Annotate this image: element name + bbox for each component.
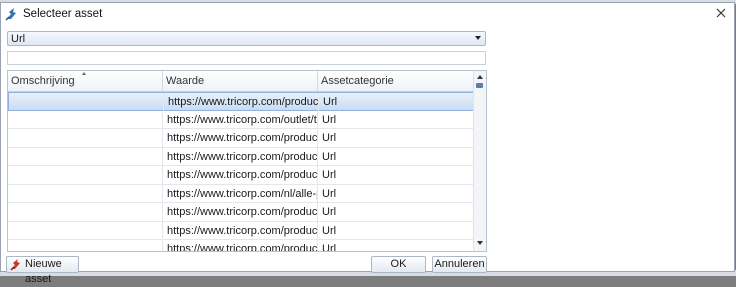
cell-value: https://www.tricorp.com/product/swea	[163, 129, 318, 147]
column-header-assetcategorie[interactable]: Assetcategorie	[318, 71, 475, 91]
search-input[interactable]	[7, 51, 486, 65]
ok-button[interactable]: OK	[371, 256, 426, 273]
scroll-thumb[interactable]	[476, 83, 483, 88]
cell-description	[8, 147, 163, 166]
table-row[interactable]: https://www.tricorp.com/nl/alle-produ Ur…	[8, 184, 475, 203]
cell-category: Url	[322, 206, 337, 218]
cell-category: Url	[322, 150, 337, 163]
table-row[interactable]: https://www.tricorp.com/product/polo Url	[8, 92, 475, 111]
cell-value: https://www.tricorp.com/product/polo	[163, 203, 318, 221]
sort-indicator-icon	[82, 72, 86, 75]
cancel-label: Annuleren	[434, 258, 485, 270]
scroll-up-icon[interactable]	[477, 75, 483, 79]
grid-header: Omschrijving Waarde Assetcategorie	[8, 71, 475, 92]
grid-rows: https://www.tricorp.com/product/polo Url…	[8, 92, 475, 252]
cell-value: https://www.tricorp.com/product/rege	[163, 147, 318, 166]
cell-category: Url	[322, 113, 337, 126]
cell-description	[8, 129, 163, 147]
table-row[interactable]: https://www.tricorp.com/product/puff Url	[8, 240, 475, 252]
cell-value: https://www.tricorp.com/product/polo	[164, 93, 319, 111]
column-header-waarde[interactable]: Waarde	[163, 71, 318, 91]
cell-value: https://www.tricorp.com/outlet/t-shirt	[163, 110, 318, 129]
asset-type-dropdown[interactable]: Url	[7, 31, 486, 46]
asset-grid: Omschrijving Waarde Assetcategorie https…	[7, 70, 487, 252]
column-header-omschrijving[interactable]: Omschrijving	[8, 71, 163, 91]
cell-value: https://www.tricorp.com/product/polo	[163, 166, 318, 184]
table-row[interactable]: https://www.tricorp.com/product/rege Url	[8, 147, 475, 166]
cell-description	[8, 110, 163, 129]
cell-description	[8, 240, 163, 251]
new-asset-icon	[10, 258, 23, 271]
cell-category: Url	[322, 224, 337, 237]
cell-category: Url	[322, 132, 337, 144]
table-row[interactable]: https://www.tricorp.com/outlet/t-shirt U…	[8, 110, 475, 129]
scroll-down-icon[interactable]	[477, 241, 483, 245]
chevron-down-icon	[475, 36, 481, 40]
new-asset-label: Nieuwe asset	[25, 258, 62, 285]
cell-description	[8, 184, 163, 203]
table-row[interactable]: https://www.tricorp.com/product/polo Url	[8, 203, 475, 222]
asset-picker-icon	[5, 7, 19, 21]
close-icon	[716, 8, 726, 21]
new-asset-button[interactable]: Nieuwe asset	[6, 256, 79, 285]
cell-value: https://www.tricorp.com/nl/alle-produ	[163, 184, 318, 203]
cell-category: Url	[322, 243, 337, 252]
select-asset-dialog: Selecteer asset Url Omschrijving Waarde …	[0, 2, 735, 285]
cancel-button[interactable]: Annuleren	[432, 256, 487, 273]
close-button[interactable]	[712, 5, 730, 23]
cell-category: Url	[322, 169, 337, 181]
cell-value: https://www.tricorp.com/product/puff	[163, 240, 318, 251]
title-bar: Selecteer asset	[1, 3, 734, 25]
table-row[interactable]: https://www.tricorp.com/product/polo Url	[8, 166, 475, 185]
table-row[interactable]: https://www.tricorp.com/product/over Url	[8, 221, 475, 240]
cell-description	[8, 203, 163, 221]
cell-description	[8, 221, 163, 240]
table-row[interactable]: https://www.tricorp.com/product/swea Url	[8, 129, 475, 148]
asset-type-selected-value: Url	[11, 33, 26, 45]
cell-category: Url	[322, 187, 337, 200]
cell-value: https://www.tricorp.com/product/over	[163, 221, 318, 240]
vertical-scrollbar[interactable]	[473, 71, 486, 251]
dialog-title: Selecteer asset	[23, 8, 103, 20]
cell-description	[8, 166, 163, 184]
ok-label: OK	[390, 258, 407, 270]
cell-description	[9, 93, 164, 111]
cell-category: Url	[323, 96, 338, 108]
